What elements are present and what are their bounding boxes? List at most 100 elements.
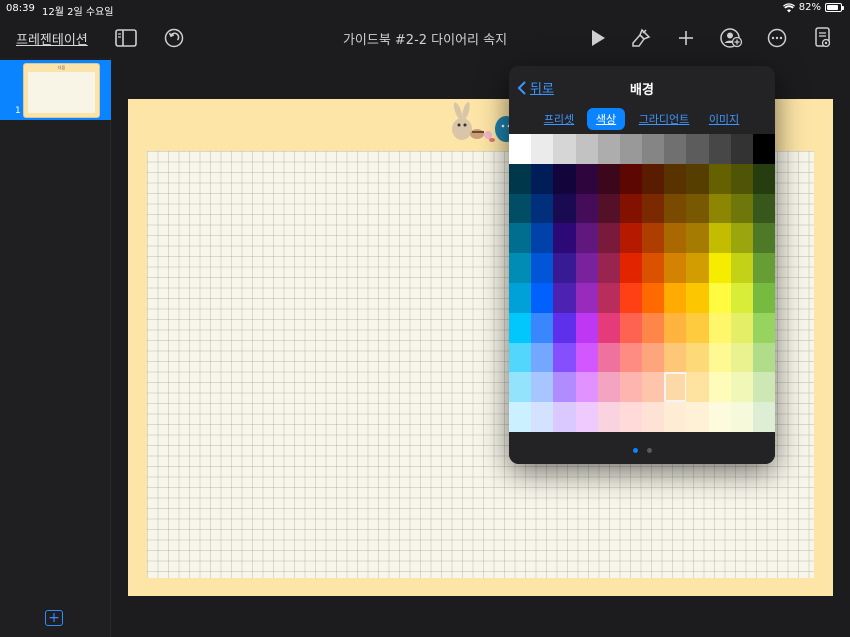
color-swatch[interactable] [619, 372, 643, 403]
color-swatch[interactable] [752, 253, 775, 284]
color-swatch[interactable] [531, 372, 555, 403]
color-swatch[interactable] [531, 283, 555, 313]
color-swatch[interactable] [509, 253, 532, 284]
color-swatch[interactable] [531, 402, 555, 433]
color-swatch[interactable] [553, 193, 577, 224]
color-swatch[interactable] [597, 193, 621, 224]
color-swatch[interactable] [730, 342, 754, 373]
color-swatch[interactable] [575, 283, 599, 313]
color-swatch[interactable] [708, 372, 732, 403]
color-swatch[interactable] [553, 402, 577, 433]
color-swatch[interactable] [686, 134, 710, 164]
color-swatch[interactable] [730, 193, 754, 224]
color-swatch[interactable] [531, 253, 555, 284]
color-swatch[interactable] [553, 223, 577, 254]
color-swatch[interactable] [686, 253, 710, 284]
color-swatch[interactable] [575, 402, 599, 433]
color-swatch[interactable] [752, 193, 775, 224]
color-swatch[interactable] [509, 402, 532, 433]
color-swatch[interactable] [752, 342, 775, 373]
color-swatch[interactable] [730, 134, 754, 164]
color-swatch[interactable] [708, 283, 732, 313]
color-swatch[interactable] [553, 134, 577, 164]
paintbrush-icon[interactable] [629, 26, 653, 50]
color-swatch[interactable] [752, 283, 775, 313]
tab-0[interactable]: 프리셋 [535, 108, 583, 130]
color-swatch[interactable] [575, 312, 599, 343]
color-swatch[interactable] [664, 223, 688, 254]
color-swatch[interactable] [752, 312, 775, 343]
color-swatch[interactable] [553, 342, 577, 373]
color-swatch[interactable] [664, 342, 688, 373]
color-swatch[interactable] [509, 193, 532, 224]
color-swatch[interactable] [553, 312, 577, 343]
play-icon[interactable] [586, 26, 610, 50]
color-swatch[interactable] [730, 283, 754, 313]
color-swatch[interactable] [708, 193, 732, 224]
color-swatch[interactable] [575, 372, 599, 403]
color-swatch[interactable] [730, 223, 754, 254]
color-swatch[interactable] [664, 283, 688, 313]
color-swatch[interactable] [531, 342, 555, 373]
color-swatch[interactable] [730, 312, 754, 343]
color-swatch[interactable] [619, 134, 643, 164]
slide-thumbnail-row[interactable]: 1 다음 [0, 60, 111, 120]
color-swatch[interactable] [509, 134, 532, 164]
color-swatch[interactable] [597, 312, 621, 343]
color-swatch[interactable] [619, 253, 643, 284]
color-swatch[interactable] [597, 223, 621, 254]
color-swatch[interactable] [531, 193, 555, 224]
color-swatch[interactable] [708, 134, 732, 164]
color-swatch[interactable] [575, 134, 599, 164]
color-swatch[interactable] [642, 283, 665, 313]
tab-1[interactable]: 색상 [587, 108, 625, 130]
color-swatch[interactable] [619, 312, 643, 343]
color-swatch[interactable] [509, 223, 532, 254]
tab-2[interactable]: 그라디언트 [631, 108, 697, 130]
color-swatch[interactable] [686, 372, 710, 403]
color-swatch[interactable] [642, 342, 665, 373]
color-swatch[interactable] [642, 193, 665, 224]
color-swatch[interactable] [597, 342, 621, 373]
color-swatch[interactable] [597, 372, 621, 403]
color-swatch[interactable] [708, 342, 732, 373]
color-swatch[interactable] [664, 193, 688, 224]
color-swatch[interactable] [642, 163, 665, 194]
color-swatch[interactable] [708, 312, 732, 343]
color-swatch[interactable] [642, 223, 665, 254]
color-swatch[interactable] [708, 253, 732, 284]
color-swatch[interactable] [575, 253, 599, 284]
color-swatch[interactable] [509, 372, 532, 403]
color-swatch[interactable] [575, 342, 599, 373]
color-swatch[interactable] [619, 163, 643, 194]
color-swatch[interactable] [686, 342, 710, 373]
color-swatch[interactable] [708, 402, 732, 433]
color-swatch[interactable] [619, 342, 643, 373]
color-swatch[interactable] [619, 402, 643, 433]
tab-3[interactable]: 이미지 [701, 108, 747, 130]
add-icon[interactable] [674, 26, 698, 50]
color-swatch[interactable] [730, 372, 754, 403]
page-dot[interactable] [646, 448, 652, 453]
color-swatch[interactable] [619, 223, 643, 254]
color-swatch[interactable] [664, 163, 688, 194]
color-swatch[interactable] [642, 253, 665, 284]
color-swatch[interactable] [509, 312, 532, 343]
color-swatch[interactable] [597, 253, 621, 284]
color-swatch[interactable] [686, 163, 710, 194]
color-swatch[interactable] [664, 253, 688, 284]
color-swatch[interactable] [531, 134, 555, 164]
color-swatch[interactable] [752, 223, 775, 254]
color-swatch[interactable] [730, 402, 754, 433]
color-swatch[interactable] [642, 312, 665, 343]
color-swatch[interactable] [553, 283, 577, 313]
color-swatch[interactable] [642, 402, 665, 433]
add-slide-button[interactable]: + [45, 610, 63, 626]
color-swatch[interactable] [553, 372, 577, 403]
color-swatch[interactable] [642, 134, 665, 164]
color-swatch[interactable] [686, 223, 710, 254]
color-swatch[interactable] [686, 402, 710, 433]
color-swatch[interactable] [752, 163, 775, 194]
color-swatch[interactable] [575, 223, 599, 254]
color-swatch[interactable] [597, 163, 621, 194]
